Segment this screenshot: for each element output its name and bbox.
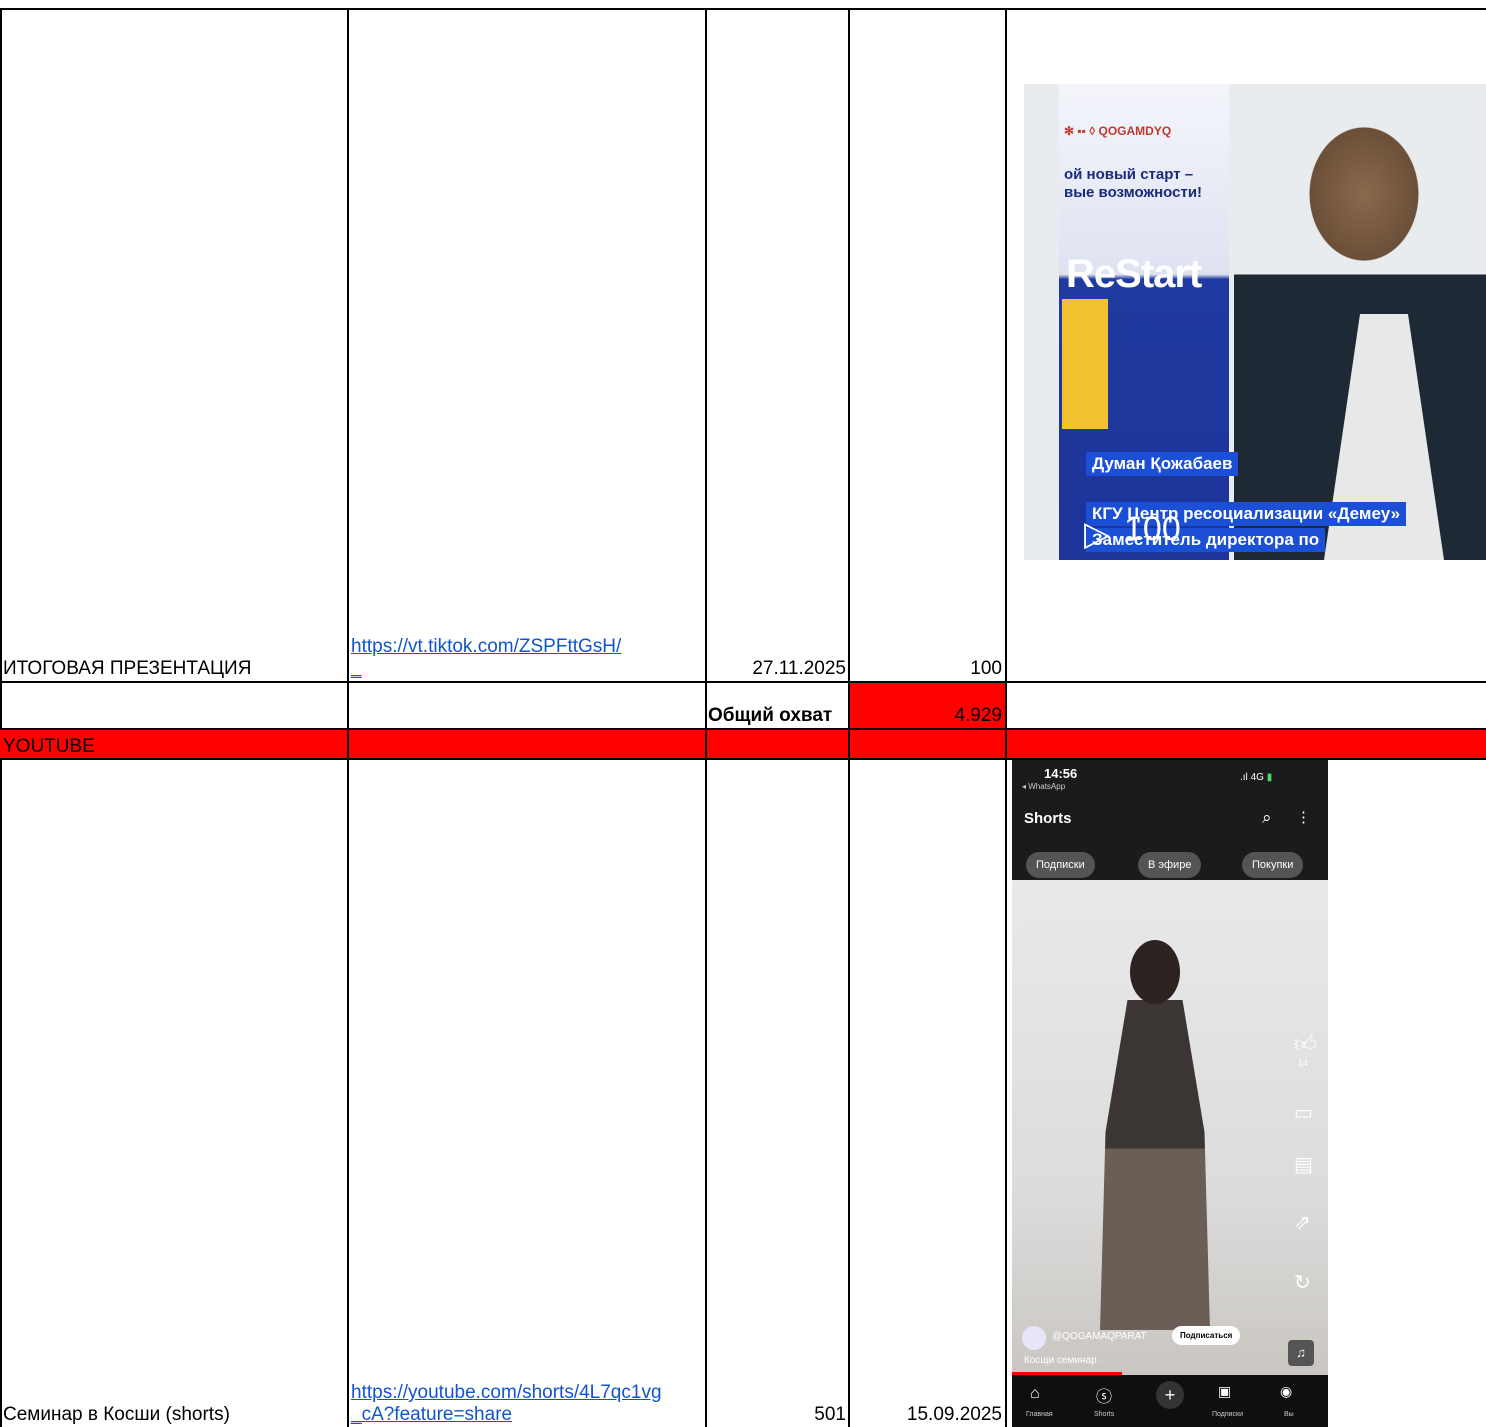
banner-line2: вые возможности! — [1064, 184, 1203, 201]
status-time: 14:56 — [1044, 766, 1078, 781]
section-youtube: YOUTUBE — [3, 736, 95, 757]
caption-name: Думан Қожабаев — [1086, 452, 1239, 476]
speaker-head — [1130, 940, 1180, 1004]
share-icon[interactable]: ⇗ — [1294, 1210, 1311, 1235]
more-icon[interactable]: ⋮ — [1296, 808, 1311, 826]
caption-role: Заместитель директора по — [1086, 528, 1326, 552]
channel-avatar[interactable] — [1022, 1326, 1046, 1350]
dislike-icon[interactable]: ▭ — [1294, 1100, 1313, 1125]
grid-line — [705, 730, 707, 758]
seminar-link[interactable]: https://youtube.com/shorts/4L7qc1vg _cA?… — [351, 1382, 662, 1426]
grid-line — [0, 8, 2, 1427]
nav-home-label: Главная — [1026, 1411, 1053, 1418]
subscribe-button[interactable]: Подписаться — [1172, 1326, 1241, 1345]
banner-yellow-panel — [1062, 299, 1108, 429]
subscriptions-icon[interactable]: ▣ — [1218, 1383, 1231, 1400]
chip-live[interactable]: В эфире — [1138, 852, 1202, 878]
remix-icon[interactable]: ↻ — [1294, 1270, 1311, 1295]
create-icon[interactable]: + — [1156, 1381, 1184, 1409]
profile-icon[interactable]: ◉ — [1280, 1383, 1292, 1400]
seminar-link-line2[interactable]: _cA?feature=share — [351, 1404, 662, 1426]
play-count: 100 — [1124, 510, 1181, 548]
like-count: 14 — [1298, 1058, 1309, 1068]
chip-shopping[interactable]: Покупки — [1242, 852, 1304, 878]
presentation-link-line2[interactable]: _ — [351, 658, 621, 680]
bottom-nav: ⌂ Главная ⓢ Shorts + ▣ Подписки ◉ Вы — [1012, 1375, 1328, 1427]
youtube-shorts-thumbnail[interactable]: 14:56 ◂ WhatsApp .ıl 4G ▮ Shorts ⌕ ⋮ Под… — [1012, 760, 1328, 1427]
presentation-title: ИТОГОВАЯ ПРЕЗЕНТАЦИЯ — [3, 658, 252, 679]
home-icon[interactable]: ⌂ — [1030, 1385, 1040, 1403]
seminar-link-line1[interactable]: https://youtube.com/shorts/4L7qc1vg — [351, 1382, 662, 1404]
seminar-views: 501 — [814, 1404, 846, 1425]
signal-label: 4G — [1250, 772, 1264, 783]
like-icon[interactable]: 👍︎ — [1294, 1030, 1317, 1057]
video-title: Косщи семинар — [1024, 1355, 1097, 1366]
shorts-header: Shorts — [1024, 810, 1072, 827]
comment-icon[interactable]: ▤ — [1294, 1152, 1313, 1177]
grid-line — [705, 8, 707, 1427]
presentation-views: 100 — [970, 658, 1002, 679]
grid-line — [1005, 683, 1007, 758]
channel-name[interactable]: @QOGAMAQPARAT — [1052, 1331, 1147, 1342]
nav-subscriptions-label: Подписки — [1212, 1411, 1244, 1418]
tiktok-thumbnail[interactable]: ✻ ▪▪ ◊ QOGAMDYQ ой новый старт – вые воз… — [1024, 84, 1486, 560]
seminar-date: 15.09.2025 — [906, 1404, 1002, 1425]
status-signal: .ıl 4G ▮ — [1240, 772, 1273, 783]
grid-line — [0, 681, 1486, 683]
music-icon[interactable]: ♫ — [1288, 1340, 1314, 1366]
presentation-link-line1[interactable]: https://vt.tiktok.com/ZSPFttGsH/ — [351, 636, 621, 658]
presentation-date: 27.11.2025 — [752, 658, 846, 679]
total-value: 4.929 — [954, 705, 1002, 726]
battery-icon: ▮ — [1266, 772, 1273, 783]
youtube-section-band — [0, 730, 1486, 758]
grid-line — [347, 8, 349, 1427]
grid-line — [0, 8, 1486, 10]
banner-brand: ReStart — [1066, 252, 1202, 296]
grid-line — [347, 730, 349, 758]
search-icon[interactable]: ⌕ — [1262, 808, 1272, 828]
banner-line1: ой новый старт – — [1064, 166, 1194, 183]
status-back-app[interactable]: ◂ WhatsApp — [1022, 782, 1065, 791]
shorts-icon[interactable]: ⓢ — [1096, 1383, 1112, 1407]
total-label: Общий охват — [708, 705, 833, 726]
nav-shorts-label: Shorts — [1094, 1411, 1115, 1418]
chip-subscriptions[interactable]: Подписки — [1026, 852, 1095, 878]
grid-line — [848, 683, 850, 758]
banner-logo-row: ✻ ▪▪ ◊ QOGAMDYQ — [1064, 124, 1172, 138]
nav-you-label: Вы — [1284, 1411, 1294, 1418]
play-icon[interactable]: ▷ — [1084, 514, 1110, 554]
presentation-link[interactable]: https://vt.tiktok.com/ZSPFttGsH/ _ — [351, 636, 621, 680]
seminar-title: Семинар в Косши (shorts) — [3, 1404, 230, 1425]
